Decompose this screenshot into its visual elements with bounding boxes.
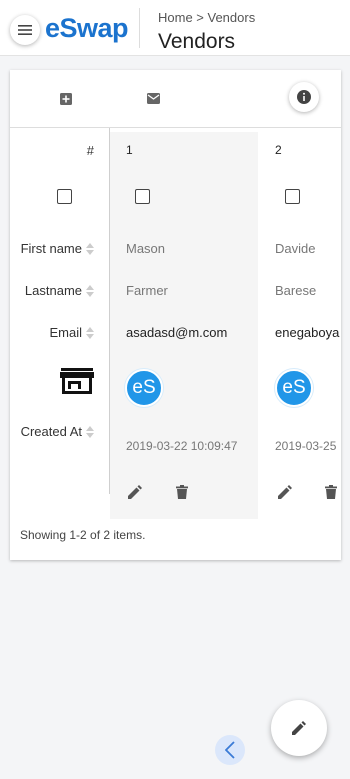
row-2-index: 2 (275, 143, 282, 157)
email-button[interactable] (147, 93, 160, 104)
sort-icon (86, 284, 94, 297)
page-title: Vendors (158, 30, 236, 53)
header-divider (139, 8, 140, 48)
row-1-checkbox[interactable] (135, 189, 150, 204)
app-logo[interactable]: eSwap (45, 13, 129, 44)
breadcrumb[interactable]: Home > Vendors (158, 10, 255, 25)
trash-icon (325, 485, 337, 499)
add-box-icon (60, 93, 72, 105)
index-label-text: # (86, 143, 94, 158)
last-name-header[interactable]: Lastname (25, 283, 94, 298)
email-icon (147, 93, 160, 104)
row-2-email: enegaboya (275, 325, 340, 340)
index-label: # (87, 143, 94, 158)
menu-button[interactable] (10, 15, 40, 45)
email-header[interactable]: Email (49, 325, 94, 340)
row-1-email: asadasd@m.com (126, 325, 228, 340)
pencil-icon (128, 485, 142, 499)
add-button[interactable] (60, 93, 72, 105)
sort-icon (86, 326, 94, 339)
info-icon (297, 90, 311, 104)
created-at-header[interactable]: Created At (21, 424, 94, 439)
store-icon (60, 367, 94, 395)
first-name-header[interactable]: First name (21, 241, 94, 256)
label-column-divider (109, 128, 110, 494)
hamburger-menu-icon (18, 25, 32, 35)
row-2-last-name: Barese (275, 283, 317, 298)
row-1-delete-button[interactable] (174, 484, 190, 500)
row-2-created-at: 2019-03-25 (275, 439, 337, 453)
row-2-delete-button[interactable] (323, 484, 339, 500)
vendors-card: # First name Lastname Email Created At 1… (10, 70, 341, 560)
sort-icon (86, 425, 94, 438)
select-all-checkbox[interactable] (57, 189, 72, 204)
app-header: eSwap Home > Vendors Vendors (0, 0, 350, 56)
row-1-created-at: 2019-03-22 10:09:47 (126, 439, 238, 453)
last-name-label: Lastname (24, 283, 82, 298)
row-1-index: 1 (126, 143, 133, 157)
row-2-checkbox[interactable] (285, 189, 300, 204)
first-name-label: First name (20, 241, 82, 256)
vendors-table: # First name Lastname Email Created At 1… (10, 128, 341, 519)
trash-icon (176, 485, 188, 499)
back-button[interactable] (215, 735, 245, 765)
row-1-edit-button[interactable] (127, 484, 143, 500)
row-2-edit-button[interactable] (277, 484, 293, 500)
row-1-first-name: Mason (126, 241, 166, 256)
edit-fab-button[interactable] (271, 700, 327, 756)
info-button[interactable] (289, 82, 319, 112)
chevron-left-icon (225, 741, 235, 759)
row-2-first-name: Davide (275, 241, 316, 256)
pencil-icon (292, 721, 306, 735)
row-1-last-name: Farmer (126, 283, 168, 298)
created-at-label: Created At (20, 424, 82, 439)
email-label: Email (49, 325, 82, 340)
sort-icon (86, 242, 94, 255)
row-2-avatar: eS (275, 369, 313, 407)
pagination-summary: Showing 1-2 of 2 items. (20, 528, 146, 542)
row-1-avatar: eS (125, 369, 163, 407)
pencil-icon (278, 485, 292, 499)
